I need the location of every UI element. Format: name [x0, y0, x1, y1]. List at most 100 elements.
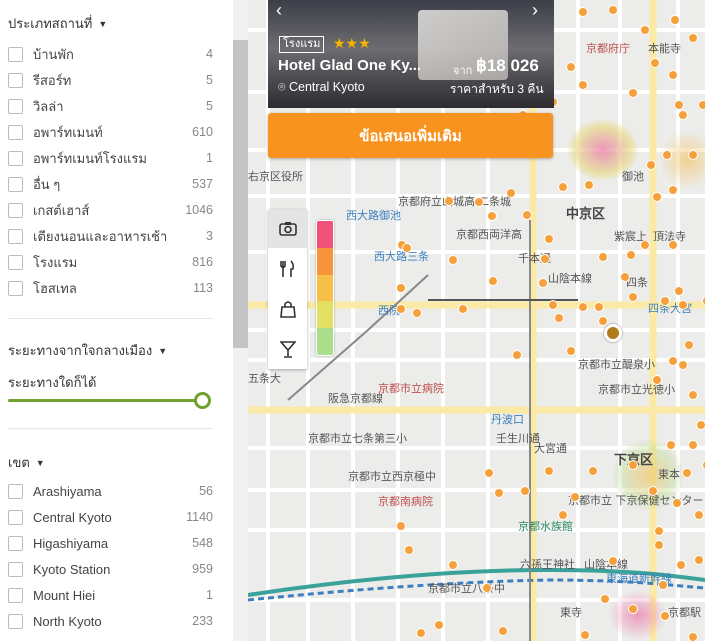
- listing-marker[interactable]: [640, 240, 650, 250]
- listing-marker[interactable]: [396, 304, 406, 314]
- listing-marker[interactable]: [598, 316, 608, 326]
- listing-marker[interactable]: [626, 250, 636, 260]
- listing-marker[interactable]: [628, 460, 638, 470]
- more-offers-button[interactable]: ข้อเสนอเพิ่มเติม: [268, 113, 553, 158]
- cocktail-icon[interactable]: [268, 329, 307, 368]
- checkbox[interactable]: [8, 280, 23, 296]
- listing-marker[interactable]: [650, 58, 660, 68]
- listing-marker[interactable]: [474, 197, 484, 207]
- listing-marker[interactable]: [678, 110, 688, 120]
- listing-marker[interactable]: [694, 555, 704, 565]
- listing-marker[interactable]: [628, 604, 638, 614]
- listing-marker[interactable]: [584, 180, 594, 190]
- listing-marker[interactable]: [566, 346, 576, 356]
- property-type-filter[interactable]: วิลล่า 5: [8, 95, 213, 117]
- listing-marker[interactable]: [608, 5, 618, 15]
- listing-marker[interactable]: [666, 440, 676, 450]
- district-filter[interactable]: Mount Hiei 1: [8, 584, 213, 606]
- listing-marker[interactable]: [674, 100, 684, 110]
- listing-marker[interactable]: [484, 468, 494, 478]
- listing-marker[interactable]: [678, 300, 688, 310]
- sidebar-scrollbar-thumb[interactable]: [233, 40, 248, 348]
- checkbox[interactable]: [8, 561, 23, 577]
- listing-marker[interactable]: [668, 240, 678, 250]
- listing-marker[interactable]: [640, 25, 650, 35]
- listing-marker[interactable]: [668, 356, 678, 366]
- listing-marker[interactable]: [688, 390, 698, 400]
- property-type-filter[interactable]: อื่น ๆ 537: [8, 173, 213, 195]
- listing-marker[interactable]: [668, 185, 678, 195]
- district-filter[interactable]: Kyoto Station 959: [8, 558, 213, 580]
- listing-marker[interactable]: [652, 192, 662, 202]
- listing-marker[interactable]: [620, 272, 630, 282]
- listing-marker[interactable]: [688, 632, 698, 641]
- listing-marker[interactable]: [600, 594, 610, 604]
- listing-marker[interactable]: [544, 466, 554, 476]
- checkbox[interactable]: [8, 98, 23, 114]
- listing-marker[interactable]: [654, 526, 664, 536]
- listing-marker[interactable]: [402, 243, 412, 253]
- listing-marker[interactable]: [670, 15, 680, 25]
- distance-slider-handle[interactable]: [194, 392, 211, 409]
- property-type-filter[interactable]: อพาร์ทเมนท์ 610: [8, 121, 213, 143]
- listing-marker[interactable]: [416, 628, 426, 638]
- district-filter[interactable]: North Kyoto 233: [8, 610, 213, 632]
- checkbox[interactable]: [8, 228, 23, 244]
- listing-marker[interactable]: [558, 182, 568, 192]
- checkbox[interactable]: [8, 509, 23, 525]
- listing-marker[interactable]: [538, 278, 548, 288]
- checkbox[interactable]: [8, 587, 23, 603]
- listing-marker[interactable]: [458, 304, 468, 314]
- chevron-right-icon[interactable]: ›: [532, 0, 538, 21]
- listing-marker[interactable]: [694, 510, 704, 520]
- listing-marker[interactable]: [688, 440, 698, 450]
- listing-marker[interactable]: [498, 626, 508, 636]
- property-type-filter[interactable]: รีสอร์ท 5: [8, 69, 213, 91]
- listing-marker[interactable]: [544, 234, 554, 244]
- shopping-bag-icon[interactable]: [268, 289, 307, 328]
- listing-marker[interactable]: [598, 252, 608, 262]
- distance-header[interactable]: ระยะทางจากใจกลางเมือง ▼: [8, 340, 167, 361]
- listing-marker[interactable]: [684, 340, 694, 350]
- listing-marker[interactable]: [672, 498, 682, 508]
- listing-marker[interactable]: [674, 286, 684, 296]
- distance-slider-track[interactable]: [8, 399, 203, 402]
- listing-marker[interactable]: [558, 510, 568, 520]
- listing-marker[interactable]: [652, 375, 662, 385]
- listing-marker[interactable]: [646, 160, 656, 170]
- property-type-filter[interactable]: บ้านพัก 4: [8, 43, 213, 65]
- listing-marker[interactable]: [540, 254, 550, 264]
- camera-icon[interactable]: [268, 209, 307, 248]
- listing-marker[interactable]: [520, 486, 530, 496]
- selected-hotel-marker[interactable]: [604, 324, 622, 342]
- checkbox[interactable]: [8, 535, 23, 551]
- hotel-name[interactable]: Hotel Glad One Ky...: [278, 57, 421, 74]
- listing-marker[interactable]: [678, 360, 688, 370]
- listing-marker[interactable]: [482, 583, 492, 593]
- checkbox[interactable]: [8, 46, 23, 62]
- listing-marker[interactable]: [648, 486, 658, 496]
- property-type-filter[interactable]: อพาร์ทเมนท์โรงแรม 1: [8, 147, 213, 169]
- listing-marker[interactable]: [628, 292, 638, 302]
- listing-marker[interactable]: [512, 350, 522, 360]
- listing-marker[interactable]: [396, 521, 406, 531]
- listing-marker[interactable]: [506, 188, 516, 198]
- listing-marker[interactable]: [434, 620, 444, 630]
- listing-marker[interactable]: [404, 545, 414, 555]
- listing-marker[interactable]: [688, 150, 698, 160]
- listing-marker[interactable]: [578, 302, 588, 312]
- district-filter[interactable]: Higashiyama 548: [8, 532, 213, 554]
- checkbox[interactable]: [8, 613, 23, 629]
- listing-marker[interactable]: [688, 33, 698, 43]
- listing-marker[interactable]: [488, 276, 498, 286]
- listing-marker[interactable]: [570, 492, 580, 502]
- listing-marker[interactable]: [448, 255, 458, 265]
- listing-marker[interactable]: [444, 196, 454, 206]
- listing-marker[interactable]: [660, 611, 670, 621]
- district-header[interactable]: เขต ▼: [8, 452, 45, 473]
- listing-marker[interactable]: [396, 283, 406, 293]
- listing-marker[interactable]: [698, 100, 705, 110]
- listing-marker[interactable]: [522, 210, 532, 220]
- listing-marker[interactable]: [668, 70, 678, 80]
- listing-marker[interactable]: [628, 88, 638, 98]
